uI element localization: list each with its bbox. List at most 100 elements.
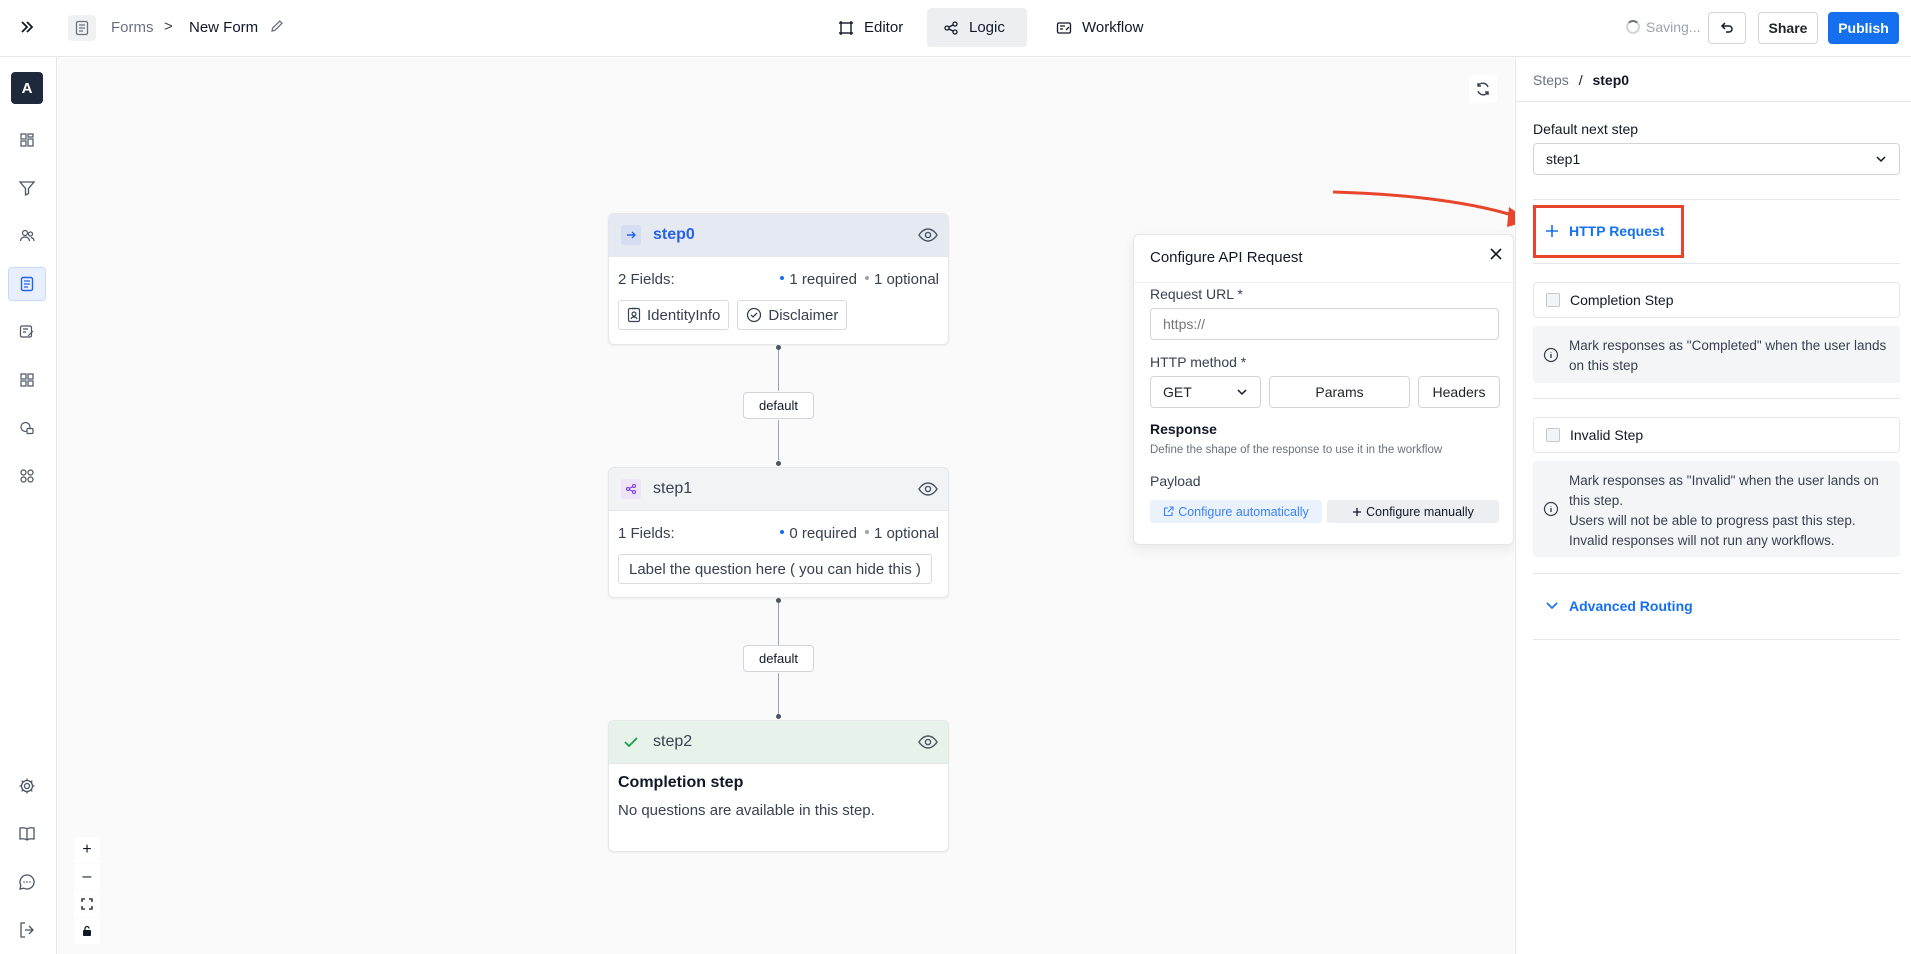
default-next-step-select[interactable]: step1 [1533,143,1900,175]
check-circle-icon [747,307,762,323]
response-description: Define the shape of the response to use … [1150,444,1443,456]
divider [1533,263,1900,264]
double-chevron-right-icon [21,21,34,33]
configure-manually-button[interactable]: Configure manually [1327,500,1499,523]
refresh-icon [1477,82,1489,96]
step-name: step2 [653,733,693,750]
divider [1533,398,1900,399]
invalid-step-toggle[interactable]: Invalid Step [1533,417,1900,453]
publish-button[interactable]: Publish [1828,12,1899,44]
field-chip-label: Disclaimer [768,306,839,324]
sidebar-item-filter[interactable] [8,171,46,205]
edge-target-dot [776,461,781,466]
step-node-step0[interactable]: step0 2 Fields: 1 required 1 optional Id… [608,213,949,345]
edge-line [778,350,779,391]
sidebar-item-users[interactable] [8,219,46,253]
invalid-step-checkbox[interactable] [1546,428,1560,442]
zoom-in-button[interactable]: + [74,837,100,863]
tab-logic[interactable]: Logic [927,8,1027,47]
spinner-icon [1626,20,1640,34]
step-node-step2[interactable]: step2 Completion step No questions are a… [608,720,949,852]
completion-step-checkbox[interactable] [1546,293,1560,307]
sidebar-item-shapes[interactable] [8,411,46,445]
id-card-icon [627,307,641,323]
field-chip-question[interactable]: Label the question here ( you can hide t… [618,554,932,584]
avatar[interactable]: A [11,72,43,104]
configure-automatically-button[interactable]: Configure automatically [1150,500,1322,523]
completion-step-label: Completion Step [1570,292,1674,308]
headers-button[interactable]: Headers [1418,376,1500,408]
http-method-value: GET [1163,384,1192,400]
edit-form-icon [19,325,34,338]
undo-button[interactable] [1708,12,1746,44]
sidebar-item-grid[interactable] [8,363,46,397]
eye-icon[interactable] [918,227,938,248]
edge-label[interactable]: default [743,645,814,672]
users-icon [19,229,35,242]
eye-icon[interactable] [918,734,938,755]
fields-count: 1 Fields: [618,525,675,542]
field-chip-label: IdentityInfo [647,306,721,324]
sidebar-item-edit-form[interactable] [8,315,46,349]
completion-step-info-text: Mark responses as "Completed" when the u… [1569,338,1887,373]
edge-line [778,673,779,714]
invalid-step-label: Invalid Step [1570,427,1644,443]
completion-step-toggle[interactable]: Completion Step [1533,282,1900,318]
response-title: Response [1150,421,1217,437]
field-chip-identityinfo[interactable]: IdentityInfo [618,300,730,330]
settings-icon [19,778,35,794]
sidebar-item-forms[interactable] [8,267,46,301]
divider [1533,639,1900,640]
form-doc-icon [68,15,96,41]
breadcrumb-forms[interactable]: Forms [111,19,154,36]
fit-view-button[interactable] [74,891,100,917]
sidebar-item-logout[interactable] [8,913,46,947]
zoom-out-button[interactable]: – [74,864,100,890]
configure-manually-label: Configure manually [1366,504,1474,519]
tab-editor-label: Editor [864,19,904,36]
plus-icon [1353,507,1362,516]
dashboard-icon [20,133,34,147]
tab-workflow[interactable]: Workflow [1040,8,1159,47]
configure-automatically-label: Configure automatically [1178,504,1309,519]
divider [1516,101,1911,102]
invalid-step-info-line: Mark responses as "Invalid" when the use… [1569,473,1879,508]
http-method-select[interactable]: GET [1150,376,1261,408]
breadcrumb-current-step: step0 [1592,72,1630,88]
step-settings-panel: Steps / step0 Default next step step1 HT… [1515,58,1911,954]
sidebar-item-docs[interactable] [8,817,46,851]
arrow-right-icon [621,225,641,245]
forms-icon [20,276,34,292]
optional-count-wrap: 1 optional [864,525,939,542]
pencil-icon[interactable] [269,18,285,37]
http-method-label: HTTP method * [1150,354,1247,370]
lock-icon [83,925,91,936]
close-icon[interactable] [1489,247,1503,264]
breadcrumb-steps[interactable]: Steps [1533,72,1569,88]
advanced-routing-toggle[interactable]: Advanced Routing [1545,598,1693,614]
params-button[interactable]: Params [1269,376,1410,408]
expand-sidebar-button[interactable] [16,14,38,40]
sidebar-item-settings[interactable] [8,769,46,803]
undo-icon [1720,22,1733,33]
lock-button[interactable] [74,918,100,944]
refresh-layout-button[interactable] [1469,75,1497,103]
eye-icon[interactable] [918,481,938,502]
default-next-step-value: step1 [1546,151,1581,167]
field-chip-disclaimer[interactable]: Disclaimer [737,300,848,330]
shapes-icon [20,421,34,435]
default-next-step-label: Default next step [1533,121,1639,137]
sidebar-item-dashboard[interactable] [8,123,46,157]
tab-editor[interactable]: Editor [822,8,919,47]
request-url-input[interactable] [1150,308,1499,340]
step-node-step1[interactable]: step1 1 Fields: 0 required 1 optional La… [608,467,949,598]
share-button[interactable]: Share [1758,12,1818,44]
branch-icon [621,479,641,499]
sidebar-item-apps[interactable] [8,459,46,493]
sidebar-item-chat[interactable] [8,865,46,899]
step-node-header: step2 [609,721,948,764]
apps-icon [20,469,34,483]
edge-label[interactable]: default [743,392,814,419]
chevron-down-icon [1546,602,1558,610]
fit-view-icon [81,898,93,910]
